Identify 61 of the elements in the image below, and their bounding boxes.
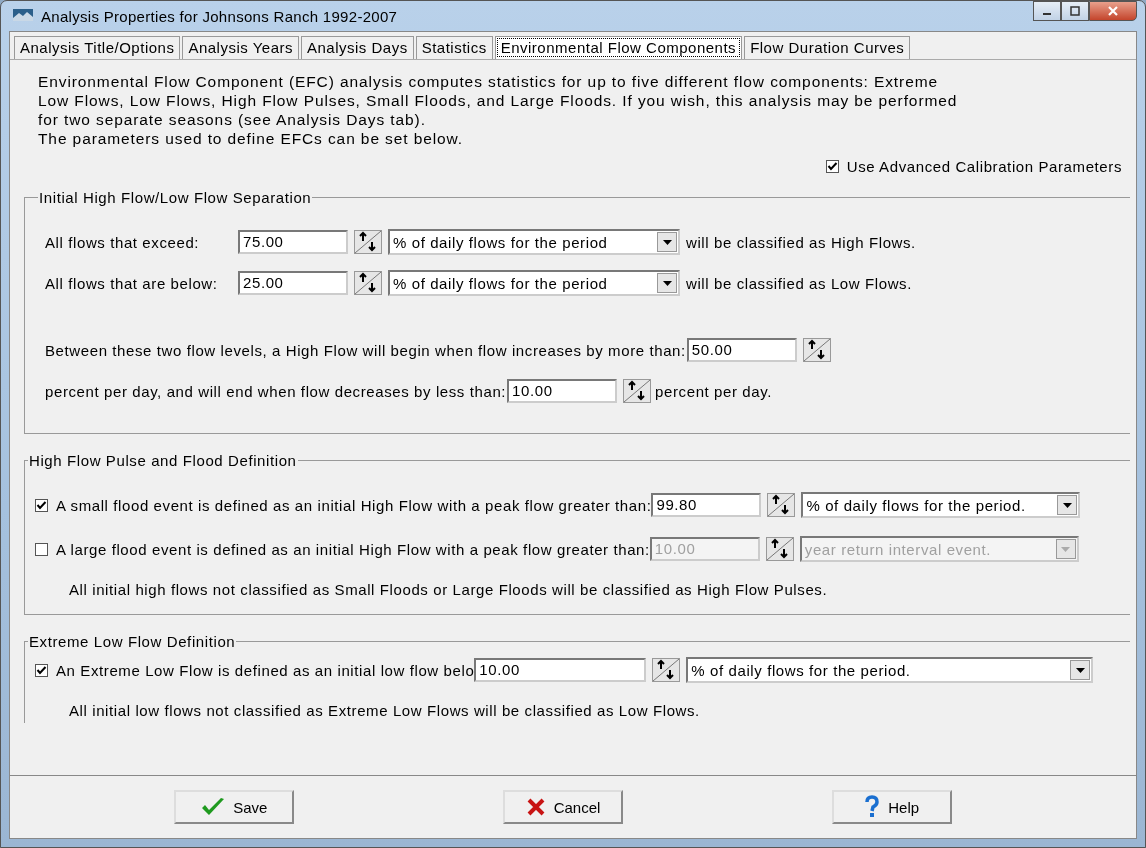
maximize-icon [1070, 6, 1080, 16]
window-title: Analysis Properties for Johnsons Ranch 1992-2007 [41, 7, 398, 25]
field-label: Between these two flow levels, a High Flow will begin when flow increases by more than: [45, 341, 686, 359]
tab[interactable]: Statistics [415, 36, 493, 59]
caret-icon [662, 280, 672, 286]
group-title: Extreme Low Flow Definition [28, 633, 237, 650]
maximize-button[interactable] [1061, 1, 1089, 21]
advanced-checkbox[interactable]: Use Advanced Calibration Parameters [825, 158, 1122, 175]
value-field[interactable]: 25.00 [238, 271, 348, 295]
minimize-button[interactable] [1033, 1, 1061, 21]
value-field[interactable]: 50.00 [686, 338, 797, 362]
spin-icon[interactable] [354, 230, 382, 254]
value-field[interactable]: 10.00 [474, 658, 647, 682]
app-icon [13, 8, 33, 24]
save-button[interactable]: Save [174, 790, 295, 824]
tab[interactable]: Environmental Flow Components [494, 36, 743, 59]
tab[interactable]: Analysis Title/Options [14, 36, 181, 59]
result-label: will be classified as High Flows. [686, 233, 916, 251]
value-field[interactable]: 10.00 [507, 379, 618, 403]
group-title: Initial High Flow/Low Flow Separation [38, 189, 313, 206]
unit-dropdown[interactable]: % of daily flows for the period. [686, 657, 1094, 683]
check-mark-icon [36, 664, 47, 676]
flood-checkbox[interactable]: A small flood event is defined as an initial High Flow with a peak flow greater than: [35, 496, 652, 514]
intro-paragraph: Environmental Flow Component (EFC) analysis computes statistics for up to five different flow components: Extreme Low Flows, Low Flows, High Flow Pulses, Small Floods, and Large Floods. If you wish, this analysis may be performed for two separate seasons (see Analysis Days tab). The parameters used to define EFCs can be set below. [38, 72, 959, 148]
field-label: All flows that exceed: [45, 233, 201, 251]
spin-icon[interactable] [802, 338, 831, 362]
unit-dropdown[interactable]: % of daily flows for the period. [801, 492, 1081, 518]
tab[interactable]: Analysis Years [182, 36, 299, 59]
check-icon [201, 797, 226, 817]
field-label: All flows that are below: [45, 274, 219, 292]
spin-icon[interactable] [652, 658, 681, 682]
check-mark-icon [36, 499, 47, 511]
value-field[interactable]: 75.00 [238, 230, 348, 254]
close-button[interactable] [1089, 1, 1137, 21]
result-label: percent per day. [655, 382, 772, 400]
group-title: High Flow Pulse and Flood Definition [28, 452, 298, 469]
tab[interactable]: Analysis Days [300, 36, 414, 59]
note-text: All initial high flows not classified as Small Floods or Large Floods will be classified as High Flow Pulses. [69, 581, 829, 598]
spin-icon[interactable] [767, 493, 796, 517]
unit-dropdown[interactable]: % of daily flows for the period [388, 229, 680, 255]
field-label: percent per day, and will end when flow decreases by less than: [45, 382, 507, 400]
unit-dropdown[interactable]: % of daily flows for the period [388, 270, 680, 296]
help-button[interactable]: Help [831, 790, 952, 824]
cross-icon [525, 797, 546, 817]
close-icon [1107, 6, 1119, 16]
caret-icon [1062, 502, 1072, 508]
minimize-icon [1043, 13, 1051, 15]
value-field[interactable]: 99.80 [651, 493, 762, 517]
cancel-button[interactable]: Cancel [503, 790, 623, 824]
note-text: All initial low flows not classified as Extreme Low Flows will be classified as Low Flows. [69, 702, 701, 719]
caret-icon [662, 239, 672, 245]
result-label: will be classified as Low Flows. [686, 274, 912, 292]
extreme-checkbox[interactable]: An Extreme Low Flow is defined as an initial low flow belo [35, 661, 475, 679]
tab[interactable]: Flow Duration Curves [744, 36, 911, 59]
spin-icon[interactable] [354, 271, 382, 295]
caret-icon [1061, 546, 1071, 552]
check-mark-icon [826, 161, 838, 172]
caret-icon [1075, 667, 1085, 673]
help-icon [864, 795, 881, 819]
spin-icon[interactable] [765, 537, 794, 561]
spin-icon[interactable] [623, 379, 652, 403]
